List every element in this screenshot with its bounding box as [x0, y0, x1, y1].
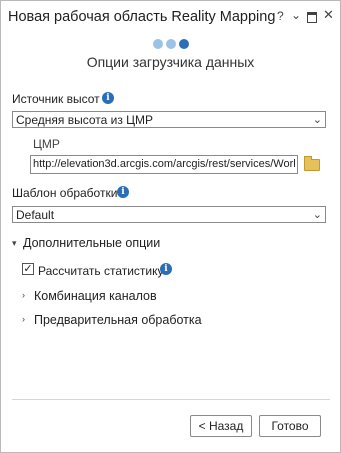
- footer-divider: [12, 399, 330, 400]
- folder-icon[interactable]: [304, 156, 320, 171]
- back-button[interactable]: < Назад: [190, 415, 252, 437]
- processing-template-label: Шаблон обработки: [12, 186, 118, 200]
- step-dot-2: [166, 39, 176, 49]
- elevation-source-label: Источник высот: [12, 92, 100, 106]
- window-title: Новая рабочая область Reality Mapping: [8, 9, 276, 25]
- maximize-icon[interactable]: [307, 12, 317, 23]
- page-title: Опции загрузчика данных: [86, 54, 255, 70]
- done-button[interactable]: Готово: [259, 415, 321, 437]
- compute-statistics-checkbox[interactable]: ✓: [22, 263, 34, 275]
- dem-url-input[interactable]: http://elevation3d.arcgis.com/arcgis/res…: [30, 155, 298, 174]
- elevation-source-select[interactable]: Средняя высота из ЦМР ⌄: [12, 111, 326, 128]
- chevron-right-icon[interactable]: ›: [22, 290, 25, 300]
- chevron-down-icon[interactable]: ▾: [12, 238, 17, 249]
- help-icon[interactable]: ?: [277, 9, 284, 23]
- chevron-down-icon: ⌄: [312, 209, 322, 221]
- elevation-source-value: Средняя высота из ЦМР: [16, 113, 154, 127]
- title-bar: Новая рабочая область Reality Mapping ? …: [1, 1, 340, 33]
- close-icon[interactable]: ✕: [323, 8, 334, 22]
- chevron-down-icon[interactable]: ⌄: [291, 8, 301, 22]
- dem-label: ЦМР: [33, 137, 60, 151]
- dialog-window: Новая рабочая область Reality Mapping ? …: [0, 0, 341, 453]
- processing-template-select[interactable]: Default ⌄: [12, 206, 326, 223]
- band-combination-header[interactable]: Комбинация каналов: [34, 289, 157, 303]
- info-icon[interactable]: i: [160, 263, 172, 275]
- chevron-down-icon: ⌄: [312, 114, 322, 126]
- preprocessing-header[interactable]: Предварительная обработка: [34, 313, 202, 327]
- processing-template-value: Default: [16, 208, 55, 222]
- info-icon[interactable]: i: [102, 92, 114, 104]
- step-dot-3-current: [179, 39, 189, 49]
- step-dot-1: [153, 39, 163, 49]
- compute-statistics-label: Рассчитать статистику: [38, 264, 164, 278]
- info-icon[interactable]: i: [117, 186, 129, 198]
- chevron-right-icon[interactable]: ›: [22, 314, 25, 324]
- advanced-options-header[interactable]: Дополнительные опции: [23, 236, 160, 250]
